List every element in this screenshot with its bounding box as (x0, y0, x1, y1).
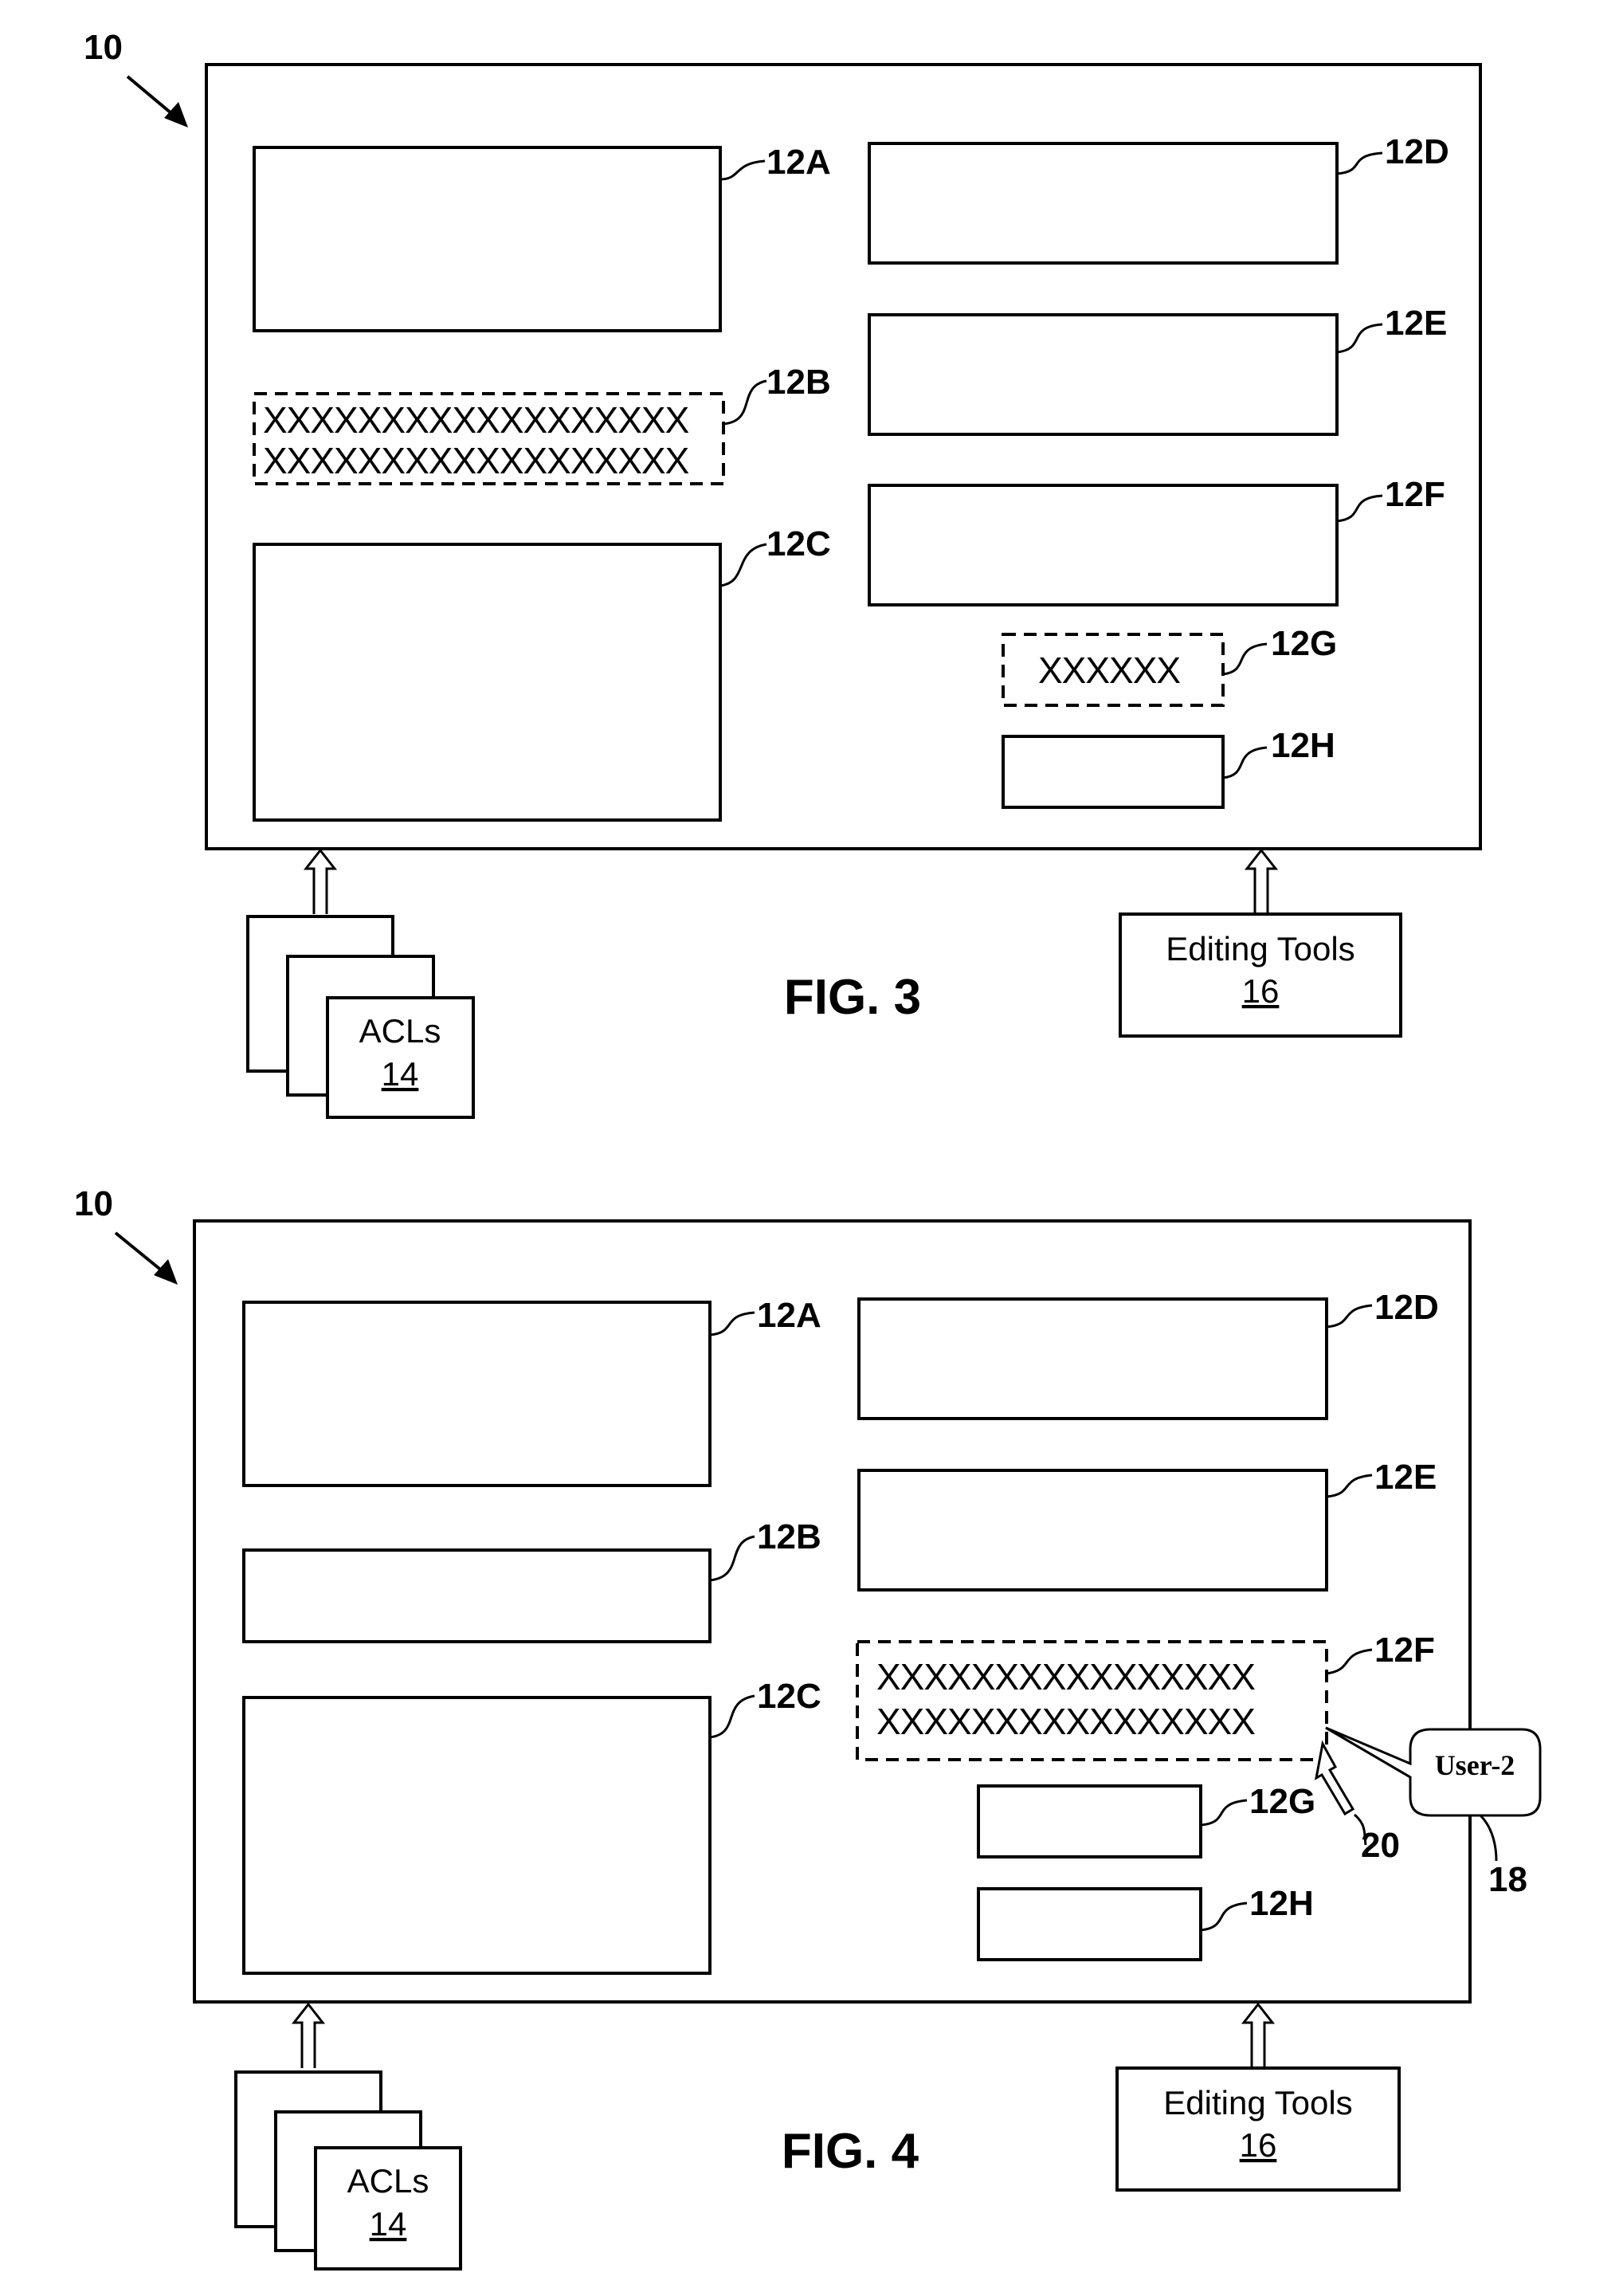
acls-ref: 14 (382, 1055, 419, 1093)
figure-3: 10 12A XXXXXXXXXXXXXXXXXX XXXXXXXXXXXXXX… (84, 28, 1482, 1119)
region-label-12D: 12D (1374, 1288, 1439, 1327)
document-ref-label: 10 (84, 28, 123, 67)
document-pointer-arrow (114, 1231, 178, 1285)
region-label-12D: 12D (1385, 132, 1449, 171)
region-12H[interactable] (977, 1887, 1202, 1961)
region-12A[interactable] (242, 1301, 712, 1487)
tools-to-document-arrow (1241, 2002, 1276, 2068)
editing-tools-title: Editing Tools (1166, 930, 1354, 967)
editing-tools-box[interactable]: Editing Tools 16 (1119, 913, 1402, 1038)
region-12C[interactable] (253, 543, 722, 822)
region-label-12F: 12F (1374, 1631, 1435, 1670)
acl-to-document-arrow (303, 848, 338, 914)
region-12F[interactable] (868, 484, 1339, 606)
acls-title: ACLs (347, 2162, 429, 2200)
acls-stack[interactable]: ACLs 14 (234, 2070, 462, 2270)
region-label-12E: 12E (1385, 304, 1447, 343)
region-12G[interactable] (977, 1784, 1202, 1858)
region-12D[interactable] (868, 142, 1339, 265)
region-12B[interactable] (242, 1548, 712, 1643)
region-label-12E: 12E (1374, 1458, 1437, 1497)
figure-4: 10 12A 12B 12C 12D 12E XXXXXXXXXXXXXXXX … (74, 1184, 1542, 2270)
region-label-12A: 12A (757, 1296, 821, 1335)
acl-to-document-arrow (291, 2002, 326, 2068)
region-12H[interactable] (1002, 735, 1225, 809)
region-label-12G: 12G (1271, 624, 1337, 663)
region-label-12F: 12F (1385, 475, 1445, 514)
acls-title: ACLs (359, 1012, 441, 1050)
region-label-12H: 12H (1271, 726, 1335, 765)
region-label-12G: 12G (1249, 1782, 1315, 1821)
region-text-line: XXXXXXXXXXXXXXXX (876, 1701, 1255, 1742)
figure-caption: FIG. 4 (782, 2124, 919, 2179)
patent-drawing-sheet: 10 12A XXXXXXXXXXXXXXXXXX XXXXXXXXXXXXXX… (74, 28, 1542, 2270)
acls-stack[interactable]: ACLs 14 (246, 915, 475, 1119)
region-12C[interactable] (242, 1696, 712, 1975)
tools-to-document-arrow (1244, 848, 1279, 914)
user-indicator-ref-label: 18 (1488, 1860, 1527, 1899)
leader-line (1479, 1814, 1498, 1862)
editing-tools-ref: 16 (1240, 2126, 1277, 2164)
cursor-ref-label: 20 (1361, 1826, 1400, 1865)
document-ref-label: 10 (74, 1184, 113, 1223)
region-text-line: XXXXXXXXXXXXXXXX (876, 1656, 1255, 1697)
region-12E[interactable] (857, 1469, 1328, 1592)
region-label-12H: 12H (1249, 1884, 1314, 1923)
region-label-12C: 12C (757, 1677, 821, 1716)
region-text-line: XXXXXXXXXXXXXXXXXX (263, 440, 689, 481)
figure-caption: FIG. 3 (784, 970, 921, 1025)
region-text-line: XXXXXXXXXXXXXXXXXX (263, 399, 689, 441)
editing-tools-ref: 16 (1242, 972, 1280, 1010)
region-label-12B: 12B (757, 1517, 821, 1556)
region-label-12C: 12C (766, 524, 831, 563)
document-pointer-arrow (126, 75, 188, 128)
region-text-line: XXXXXX (1038, 650, 1180, 691)
region-12D[interactable] (857, 1297, 1328, 1420)
editing-tools-title: Editing Tools (1163, 2084, 1352, 2121)
region-12A[interactable] (253, 146, 722, 332)
region-label-12A: 12A (766, 143, 831, 182)
editing-tools-box[interactable]: Editing Tools 16 (1115, 2066, 1401, 2192)
acls-ref: 14 (370, 2205, 407, 2243)
region-label-12B: 12B (766, 363, 831, 402)
user-name: User-2 (1435, 1749, 1515, 1781)
region-12E[interactable] (868, 313, 1339, 436)
